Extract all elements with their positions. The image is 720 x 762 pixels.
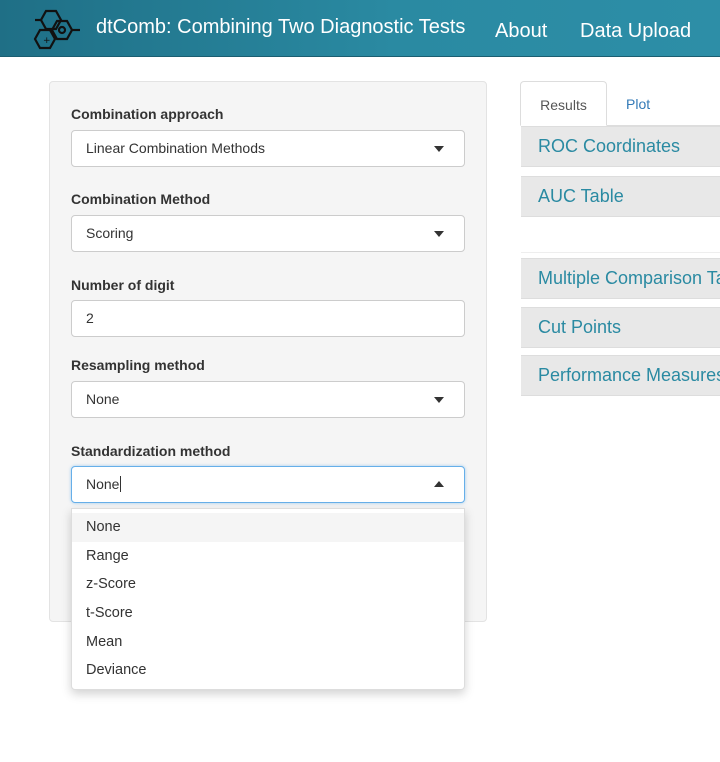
app-title: dtComb: Combining Two Diagnostic Tests	[96, 16, 466, 38]
panel-roc-coordinates[interactable]: ROC Coordinates	[521, 126, 720, 167]
tab-plot[interactable]: Plot	[626, 81, 650, 126]
combination-approach-value: Linear Combination Methods	[86, 140, 265, 156]
panel-multiple-comparison[interactable]: Multiple Comparison Ta	[521, 258, 720, 299]
standardization-method-label: Standardization method	[71, 443, 231, 459]
combination-approach-label: Combination approach	[71, 106, 224, 122]
panel-performance-measures[interactable]: Performance Measures	[521, 355, 720, 396]
nav-about-link[interactable]: About	[495, 20, 547, 43]
dropdown-option[interactable]: Deviance	[72, 656, 464, 685]
resampling-method-label: Resampling method	[71, 357, 205, 373]
standardization-method-dropdown: None Range z-Score t-Score Mean Deviance	[71, 508, 465, 690]
results-tabs: Results Plot	[520, 81, 720, 126]
dropdown-option[interactable]: None	[72, 513, 464, 542]
panel-cut-points[interactable]: Cut Points	[521, 307, 720, 348]
standardization-method-select[interactable]: None	[71, 466, 465, 503]
chevron-down-icon	[434, 146, 444, 152]
number-of-digit-value: 2	[86, 310, 94, 326]
combination-method-select[interactable]: Scoring	[71, 215, 465, 252]
chevron-down-icon	[434, 397, 444, 403]
combination-approach-select[interactable]: Linear Combination Methods	[71, 130, 465, 167]
resampling-method-select[interactable]: None	[71, 381, 465, 418]
dropdown-option[interactable]: Range	[72, 542, 464, 571]
dropdown-option[interactable]: Mean	[72, 628, 464, 657]
chevron-down-icon	[434, 231, 444, 237]
chevron-up-icon	[434, 481, 444, 487]
number-of-digit-label: Number of digit	[71, 277, 175, 293]
tab-results[interactable]: Results	[520, 81, 607, 126]
dropdown-option[interactable]: t-Score	[72, 599, 464, 628]
dropdown-option[interactable]: z-Score	[72, 570, 464, 599]
svg-text:+: +	[43, 36, 51, 46]
combination-method-label: Combination Method	[71, 191, 211, 207]
panel-auc-table[interactable]: AUC Table	[521, 176, 720, 217]
nav-data-upload-link[interactable]: Data Upload	[580, 20, 691, 43]
number-of-digit-input[interactable]: 2	[71, 300, 465, 337]
panel-body	[521, 217, 720, 253]
top-navbar: + dtComb: Combining Two Diagnostic Tests…	[0, 0, 720, 57]
text-cursor	[120, 476, 122, 492]
resampling-method-value: None	[86, 391, 120, 407]
combination-method-value: Scoring	[86, 225, 134, 241]
standardization-method-value: None	[86, 476, 120, 492]
hexagon-molecule-icon: +	[33, 9, 80, 50]
